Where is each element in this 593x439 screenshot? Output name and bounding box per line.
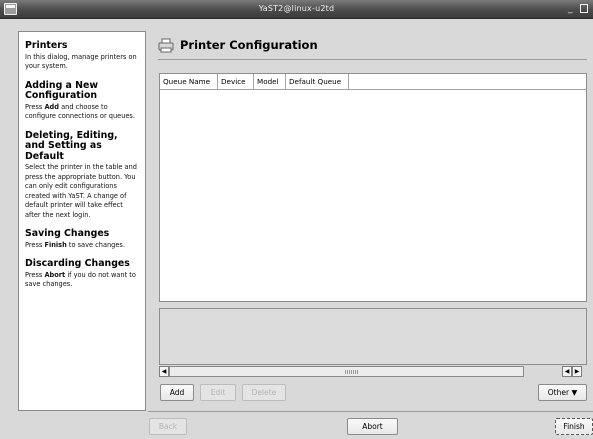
column-header-device[interactable]: Device: [218, 74, 254, 90]
help-text: Press: [25, 102, 45, 111]
scroll-left-icon[interactable]: ◀: [159, 366, 169, 377]
help-text-bold: Finish: [44, 240, 67, 249]
help-title: Saving Changes: [25, 228, 110, 239]
column-header-default-queue[interactable]: Default Queue: [286, 74, 349, 90]
minimize-icon[interactable]: _: [568, 5, 573, 14]
help-title: Adding a New Configuration: [25, 79, 98, 101]
help-text: Press: [25, 240, 45, 249]
help-title: Discarding Changes: [25, 258, 130, 269]
window-title: YaST2@linux-u2td: [258, 4, 335, 13]
details-panel: [159, 308, 587, 365]
bottom-divider: [148, 411, 593, 412]
column-header-model[interactable]: Model: [254, 74, 286, 90]
help-section-discarding: Discarding Changes Press Abort if you do…: [25, 258, 140, 290]
window-titlebar: YaST2@linux-u2td _: [0, 0, 593, 19]
help-section-deleting: Deleting, Editing, and Setting as Defaul…: [25, 129, 140, 221]
help-section-adding: Adding a New Configuration Press Add and…: [25, 79, 140, 122]
help-panel: Printers In this dialog, manage printers…: [18, 31, 146, 411]
help-body: Select the printer in the table and pres…: [25, 163, 137, 219]
help-body: In this dialog, manage printers on your …: [25, 52, 137, 71]
scroll-right-icon[interactable]: ▶: [572, 366, 582, 377]
help-section-printers: Printers In this dialog, manage printers…: [25, 40, 140, 72]
other-button-label: Other: [547, 388, 570, 397]
scrollbar-grip[interactable]: [345, 370, 359, 374]
help-section-saving: Saving Changes Press Finish to save chan…: [25, 228, 140, 251]
other-button[interactable]: Other ▼: [538, 384, 587, 401]
printer-queue-table[interactable]: Queue Name Device Model Default Queue: [159, 73, 587, 302]
chevron-down-icon: ▼: [571, 388, 578, 397]
edit-button[interactable]: Edit: [200, 384, 236, 401]
delete-button[interactable]: Delete: [242, 384, 286, 401]
help-body: Press Finish to save changes.: [25, 241, 140, 251]
help-text: Press: [25, 270, 45, 279]
help-body: Press Abort if you do not want to save c…: [25, 271, 140, 290]
table-header: Queue Name Device Model Default Queue: [160, 74, 586, 90]
help-title: Printers: [25, 40, 68, 51]
column-header-queue-name[interactable]: Queue Name: [160, 74, 218, 90]
back-button[interactable]: Back: [149, 418, 187, 435]
header-divider: [158, 59, 587, 60]
finish-button[interactable]: Finish: [555, 418, 593, 435]
maximize-icon[interactable]: [580, 4, 588, 13]
help-body: Press Add and choose to configure connec…: [25, 103, 140, 122]
page-title: Printer Configuration: [180, 38, 318, 52]
help-text-bold: Abort: [44, 270, 66, 279]
add-button[interactable]: Add: [160, 384, 194, 401]
printer-icon: [158, 38, 174, 53]
horizontal-scrollbar[interactable]: ◀ ◀ ▶: [159, 366, 587, 377]
help-text-bold: Add: [44, 102, 59, 111]
scroll-left-icon[interactable]: ◀: [562, 366, 572, 377]
abort-button[interactable]: Abort: [347, 418, 398, 435]
scrollbar-track[interactable]: [169, 366, 524, 377]
help-text: to save changes.: [66, 240, 125, 249]
help-title: Deleting, Editing, and Setting as Defaul…: [25, 129, 118, 162]
